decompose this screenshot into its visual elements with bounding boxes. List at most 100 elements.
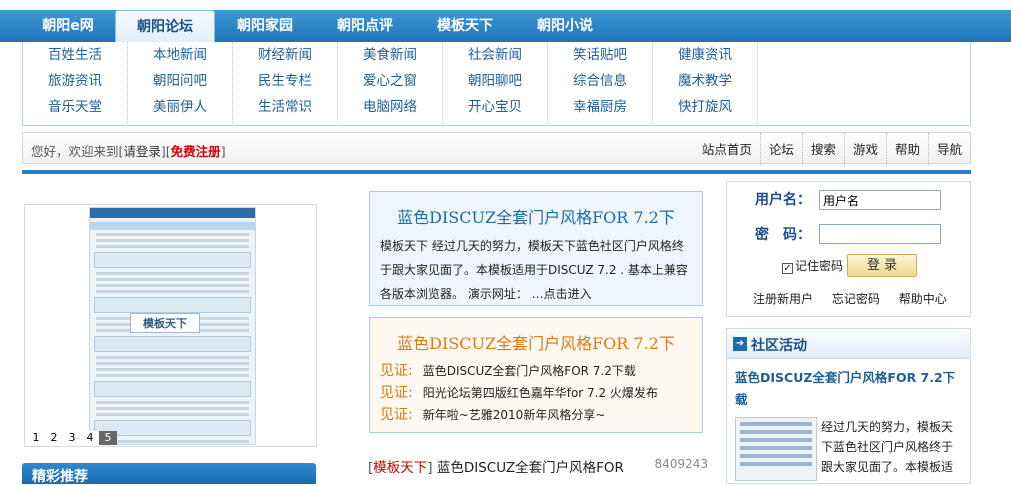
quicklink-home[interactable]: 站点首页 bbox=[694, 133, 760, 165]
subnav-link[interactable]: 旅游资讯 bbox=[23, 68, 127, 94]
subnav-link[interactable]: 朝阳问吧 bbox=[128, 68, 232, 94]
news-text: 蓝色DISCUZ全套门户风格FOR bbox=[436, 460, 624, 476]
subnav-link[interactable]: 财经新闻 bbox=[233, 42, 337, 68]
login-button[interactable]: 登 录 bbox=[847, 254, 917, 277]
article-box: 蓝色DISCUZ全套门户风格FOR 7.2下 模板天下 经过几天的努力，模板天下… bbox=[369, 191, 703, 306]
register-user-link[interactable]: 注册新用户 bbox=[753, 292, 813, 306]
community-header: ➜ 社区活动 bbox=[727, 329, 970, 359]
slide-number[interactable]: 4 bbox=[81, 431, 99, 445]
welcome-text: 您好，欢迎来到[请登录][免费注册] bbox=[31, 141, 226, 160]
subnav-link[interactable]: 幸福厨房 bbox=[548, 94, 652, 120]
subnav-link[interactable]: 电脑网络 bbox=[338, 94, 442, 120]
slideshow-pager: 1 2 3 4 5 bbox=[27, 431, 117, 445]
slide-number-active[interactable]: 5 bbox=[99, 431, 117, 445]
username-label: 用户名： bbox=[755, 192, 811, 208]
subnav-link[interactable]: 魔术教学 bbox=[653, 68, 757, 94]
remember-checkbox[interactable]: ✓ 记住密码 bbox=[782, 257, 843, 274]
news-item[interactable]: [模板天下] 蓝色DISCUZ全套门户风格FOR 8409243 bbox=[368, 456, 708, 476]
subnav-column: 笑话贴吧 综合信息 幸福厨房 bbox=[548, 42, 653, 126]
testimony-tag: 见证: bbox=[380, 385, 413, 401]
quicklink-help[interactable]: 帮助 bbox=[885, 133, 928, 165]
subnav-column: 社会新闻 朝阳聊吧 开心宝贝 bbox=[443, 42, 548, 126]
quick-links: 站点首页 论坛 搜索 游戏 帮助 导航 bbox=[694, 133, 970, 165]
password-input[interactable] bbox=[819, 224, 941, 244]
login-links: 注册新用户 忘记密码 帮助中心 bbox=[753, 290, 962, 307]
subnav-link[interactable]: 生活常识 bbox=[233, 94, 337, 120]
welcome-prefix: 您好，欢迎来到[ bbox=[31, 144, 124, 159]
testimony-text: 蓝色DISCUZ全套门户风格FOR 7.2下载 bbox=[422, 364, 636, 378]
testimony-tag: 见证: bbox=[380, 407, 413, 423]
testimony-text: 阳光论坛第四版红色嘉年华for 7.2 火爆发布 bbox=[422, 386, 658, 400]
slideshow-image[interactable]: 模板天下 bbox=[89, 207, 256, 445]
community-description: 经过几天的努力，模板天下蓝色社区门户风格终于跟大家见面了。本模板适 bbox=[821, 420, 954, 474]
welcome-suffix: ] bbox=[220, 144, 226, 159]
welcome-mid: ][ bbox=[160, 144, 171, 159]
quicklink-games[interactable]: 游戏 bbox=[843, 133, 886, 165]
testimony-item[interactable]: 见证: 蓝色DISCUZ全套门户风格FOR 7.2下载 bbox=[370, 360, 702, 382]
testimony-text: 新年啦~艺雅2010新年风格分享~ bbox=[422, 408, 606, 422]
subnav-column: 本地新闻 朝阳问吧 美丽伊人 bbox=[128, 42, 233, 126]
slide-number[interactable]: 2 bbox=[45, 431, 63, 445]
top-nav-bar: 朝阳e网 朝阳论坛 朝阳家园 朝阳点评 模板天下 朝阳小说 bbox=[0, 0, 1011, 44]
subnav-link[interactable]: 美丽伊人 bbox=[128, 94, 232, 120]
sub-navigation: 百姓生活 旅游资讯 音乐天堂 本地新闻 朝阳问吧 美丽伊人 财经新闻 民生专栏 … bbox=[22, 42, 971, 126]
checkmark-icon: ✓ bbox=[782, 263, 793, 274]
community-article-title[interactable]: 蓝色DISCUZ全套门户风格FOR 7.2下载 bbox=[735, 367, 967, 411]
community-panel: ➜ 社区活动 蓝色DISCUZ全套门户风格FOR 7.2下载 经过几天的努力，模… bbox=[726, 328, 971, 484]
testimony-item[interactable]: 见证: 阳光论坛第四版红色嘉年华for 7.2 火爆发布 bbox=[370, 382, 702, 404]
slide-number[interactable]: 3 bbox=[63, 431, 81, 445]
welcome-bar: 您好，欢迎来到[请登录][免费注册] 站点首页 论坛 搜索 游戏 帮助 导航 bbox=[22, 132, 971, 165]
password-label: 密 码： bbox=[755, 227, 811, 243]
quicklink-forum[interactable]: 论坛 bbox=[759, 133, 802, 165]
subnav-link[interactable]: 朝阳聊吧 bbox=[443, 68, 547, 94]
username-input[interactable] bbox=[819, 190, 941, 210]
article-body: 模板天下 经过几天的努力，模板天下蓝色社区门户风格终于跟大家见面了。本模板适用于… bbox=[380, 239, 688, 301]
slideshow: 模板天下 1 2 3 4 5 bbox=[24, 204, 317, 447]
community-thumbnail[interactable] bbox=[735, 417, 817, 481]
subnav-link[interactable]: 笑话贴吧 bbox=[548, 42, 652, 68]
testimony-tag: 见证: bbox=[380, 363, 413, 379]
register-link[interactable]: 免费注册 bbox=[171, 144, 221, 159]
subnav-link[interactable]: 美食新闻 bbox=[338, 42, 442, 68]
nav-tab-novel[interactable]: 朝阳小说 bbox=[515, 10, 615, 42]
subnav-link[interactable]: 开心宝贝 bbox=[443, 94, 547, 120]
nav-tab-review[interactable]: 朝阳点评 bbox=[315, 10, 415, 42]
help-center-link[interactable]: 帮助中心 bbox=[899, 292, 947, 306]
testimony-title[interactable]: 蓝色DISCUZ全套门户风格FOR 7.2下 bbox=[370, 330, 702, 354]
forgot-password-link[interactable]: 忘记密码 bbox=[832, 292, 880, 306]
login-link[interactable]: 请登录 bbox=[123, 144, 161, 159]
subnav-link[interactable]: 健康资讯 bbox=[653, 42, 757, 68]
subnav-column: 美食新闻 爱心之窗 电脑网络 bbox=[338, 42, 443, 126]
nav-tab-e[interactable]: 朝阳e网 bbox=[18, 10, 118, 42]
slide-number[interactable]: 1 bbox=[27, 431, 45, 445]
news-tag: [模板天下] bbox=[368, 460, 433, 476]
subnav-link[interactable]: 综合信息 bbox=[548, 68, 652, 94]
subnav-link[interactable]: 快打旋风 bbox=[653, 94, 757, 120]
subnav-link[interactable]: 百姓生活 bbox=[23, 42, 127, 68]
subnav-link[interactable]: 民生专栏 bbox=[233, 68, 337, 94]
nav-tab-template[interactable]: 模板天下 bbox=[415, 10, 515, 42]
subnav-link[interactable]: 本地新闻 bbox=[128, 42, 232, 68]
nav-tab-home[interactable]: 朝阳家园 bbox=[215, 10, 315, 42]
community-title: 社区活动 bbox=[751, 338, 807, 354]
article-title[interactable]: 蓝色DISCUZ全套门户风格FOR 7.2下 bbox=[370, 204, 702, 228]
remember-label: 记住密码 bbox=[795, 259, 844, 273]
featured-title: 精彩推荐 bbox=[32, 469, 88, 485]
arrow-right-icon: ➜ bbox=[733, 337, 747, 351]
testimony-box: 蓝色DISCUZ全套门户风格FOR 7.2下 见证: 蓝色DISCUZ全套门户风格… bbox=[369, 317, 703, 433]
quicklink-navigation[interactable]: 导航 bbox=[927, 133, 970, 165]
subnav-link[interactable]: 音乐天堂 bbox=[23, 94, 127, 120]
login-panel: 用户名： 密 码： ✓记住密码 登 录 注册新用户 忘记密码 帮助中心 bbox=[726, 181, 971, 317]
divider bbox=[22, 170, 971, 174]
subnav-column: 财经新闻 民生专栏 生活常识 bbox=[233, 42, 338, 126]
quicklink-search[interactable]: 搜索 bbox=[801, 133, 844, 165]
featured-header: 精彩推荐 bbox=[22, 463, 316, 485]
subnav-column: 健康资讯 魔术教学 快打旋风 bbox=[653, 42, 758, 126]
subnav-column: 百姓生活 旅游资讯 音乐天堂 bbox=[23, 42, 128, 126]
slideshow-logo: 模板天下 bbox=[130, 313, 200, 333]
nav-tab-forum[interactable]: 朝阳论坛 bbox=[115, 10, 215, 44]
subnav-link[interactable]: 社会新闻 bbox=[443, 42, 547, 68]
news-number: 8409243 bbox=[654, 457, 708, 471]
subnav-link[interactable]: 爱心之窗 bbox=[338, 68, 442, 94]
testimony-item[interactable]: 见证: 新年啦~艺雅2010新年风格分享~ bbox=[370, 404, 702, 426]
